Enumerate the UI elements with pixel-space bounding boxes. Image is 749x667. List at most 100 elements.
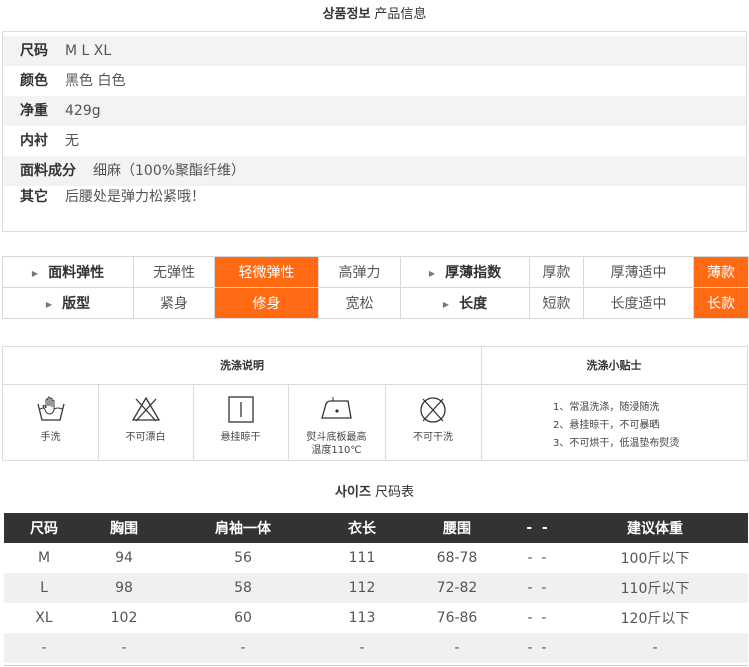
attr-option: 宽松 — [318, 287, 401, 319]
attr-label: ▶ 厚薄指数 — [400, 256, 530, 288]
column-header: 尺码 — [4, 513, 84, 543]
table-cell: - - — [527, 550, 547, 566]
wash-symbol: 手洗 — [3, 384, 98, 461]
tip-line: 3、不可烘干，低温垫布熨烫 — [553, 438, 680, 449]
table-cell: 72-82 — [402, 573, 512, 603]
info-value: 无 — [65, 133, 79, 149]
attr-label-text: 面料弹性 — [48, 265, 105, 281]
info-value: 细麻（100%聚酯纤维） — [93, 163, 246, 179]
tip-line: 1、常温洗涤，随浸随洗 — [553, 402, 660, 413]
table-cell: - — [402, 633, 512, 663]
info-value: M L XL — [65, 43, 112, 59]
table-cell: - — [322, 633, 402, 663]
info-row: 面料成分 细麻（100%聚酯纤维） — [3, 156, 746, 186]
table-cell: - — [562, 633, 748, 663]
attr-label: ▶ 长度 — [400, 287, 530, 319]
title-chinese: 尺码表 — [374, 485, 414, 500]
size-table: 尺码 胸围 肩袖一体 衣长 腰围 - - 建议体重 M 94 56 111 68… — [4, 513, 748, 663]
title-chinese: 产品信息 — [374, 7, 427, 22]
table-row: L 98 58 112 72-82 - - 110斤以下 — [4, 573, 748, 603]
info-key: 颜色 — [20, 73, 48, 89]
column-header: 衣长 — [322, 513, 402, 543]
wash-label: 熨斗底板最高 温度110℃ — [288, 431, 385, 457]
column-header: 胸围 — [84, 513, 164, 543]
wash-symbol: 悬挂晾干 — [193, 384, 288, 461]
info-row: 净重 429g — [3, 96, 746, 126]
triangle-right-icon: ▶ — [442, 300, 450, 309]
table-cell: - — [4, 633, 84, 663]
attribute-table: ▶ 面料弹性 无弹性 轻微弹性 高弹力 ▶ 厚薄指数 厚款 厚薄适中 薄款 ▶ 版型 … — [2, 256, 749, 319]
table-cell: M — [37, 550, 51, 566]
info-key: 净重 — [20, 103, 48, 119]
table-cell: 68-78 — [436, 550, 478, 566]
attr-option-selected: 薄款 — [693, 256, 749, 288]
triangle-right-icon: ▶ — [31, 269, 39, 278]
attr-option: 无弹性 — [133, 256, 215, 288]
table-cell: 111 — [348, 550, 376, 566]
size-chart-title: 사이즈 尺码表 — [0, 481, 749, 500]
hand-wash-icon — [36, 396, 65, 421]
wash-symbol: 不可干洗 — [385, 384, 481, 461]
table-cell: 98 — [84, 573, 164, 603]
hang-dry-icon — [227, 396, 254, 423]
table-cell: - - — [512, 633, 562, 663]
info-key: 面料成分 — [20, 163, 76, 179]
wash-symbol: 不可漂白 — [98, 384, 193, 461]
table-cell: 58 — [164, 573, 322, 603]
table-cell: 94 — [115, 550, 133, 566]
table-cell: L — [4, 573, 84, 603]
info-value: 后腰处是弹力松紧哦！ — [65, 189, 205, 205]
product-info-title: 상품정보 产品信息 — [0, 3, 749, 22]
no-bleach-icon — [131, 396, 160, 422]
product-info-box: 尺码 M L XL 颜色 黑色 白色 净重 429g 内衬 无 面料成分 细麻（… — [2, 31, 747, 232]
attr-label-text: 长度 — [459, 296, 488, 312]
column-header: 肩袖一体 — [164, 513, 322, 543]
table-cell: 102 — [110, 610, 138, 626]
wash-label: 悬挂晾干 — [220, 432, 261, 443]
table-cell: 60 — [234, 610, 252, 626]
tip-line: 2、悬挂晾干，不可暴晒 — [553, 420, 660, 431]
washing-panel: 洗涤说明 洗涤小贴士 手洗 不可漂白 悬挂晾干 熨斗底板最高 温度110℃ 不可… — [2, 346, 748, 461]
attr-option-selected: 修身 — [214, 287, 319, 319]
attr-label-text: 版型 — [62, 296, 91, 312]
table-cell: 100斤以下 — [620, 551, 690, 567]
title-korean: 사이즈 — [335, 485, 371, 500]
table-row: M 94 56 111 68-78 - - 100斤以下 — [4, 543, 748, 573]
attribute-row: ▶ 版型 紧身 修身 宽松 ▶ 长度 短款 长度适中 长款 — [2, 287, 749, 319]
table-cell: 120斤以下 — [620, 611, 690, 627]
table-cell: XL — [35, 610, 53, 626]
info-value: 429g — [65, 103, 101, 119]
size-header-row: 尺码 胸围 肩袖一体 衣长 腰围 - - 建议体重 — [4, 513, 748, 543]
washing-tips-title: 洗涤小贴士 — [586, 359, 642, 372]
wash-symbol: 熨斗底板最高 温度110℃ — [288, 384, 385, 461]
title-korean: 상품정보 — [322, 7, 371, 22]
attr-label: ▶ 面料弹性 — [2, 256, 134, 288]
attr-label-text: 厚薄指数 — [445, 265, 502, 281]
attr-option: 短款 — [529, 287, 584, 319]
wash-label-line: 温度110℃ — [311, 445, 362, 456]
triangle-right-icon: ▶ — [428, 269, 436, 278]
table-cell: - - — [527, 610, 547, 626]
table-cell: - — [84, 633, 164, 663]
washing-tips: 1、常温洗涤，随浸随洗 2、悬挂晾干，不可暴晒 3、不可烘干，低温垫布熨烫 — [553, 399, 679, 453]
info-key: 其它 — [20, 189, 48, 205]
attribute-row: ▶ 面料弹性 无弹性 轻微弹性 高弹力 ▶ 厚薄指数 厚款 厚薄适中 薄款 — [2, 256, 749, 288]
table-cell: 76-86 — [436, 610, 478, 626]
table-cell: 56 — [234, 550, 252, 566]
info-row: 内衬 无 — [3, 126, 746, 156]
attr-option: 厚薄适中 — [583, 256, 694, 288]
info-row: 颜色 黑色 白色 — [3, 66, 746, 96]
table-row: XL 102 60 113 76-86 - - 120斤以下 — [4, 603, 748, 633]
info-row: 尺码 M L XL — [3, 36, 746, 66]
iron-temp-icon — [320, 397, 352, 419]
info-row: 其它 后腰处是弹力松紧哦！ — [3, 186, 746, 210]
info-value: 黑色 白色 — [65, 73, 126, 89]
table-cell: - — [164, 633, 322, 663]
table-cell: 110斤以下 — [562, 573, 748, 603]
column-header: 腰围 — [402, 513, 512, 543]
attr-option: 高弹力 — [318, 256, 401, 288]
wash-label: 不可干洗 — [413, 432, 453, 443]
attr-option-selected: 轻微弹性 — [214, 256, 319, 288]
no-dry-clean-icon — [420, 397, 446, 423]
table-cell: 113 — [348, 610, 376, 626]
